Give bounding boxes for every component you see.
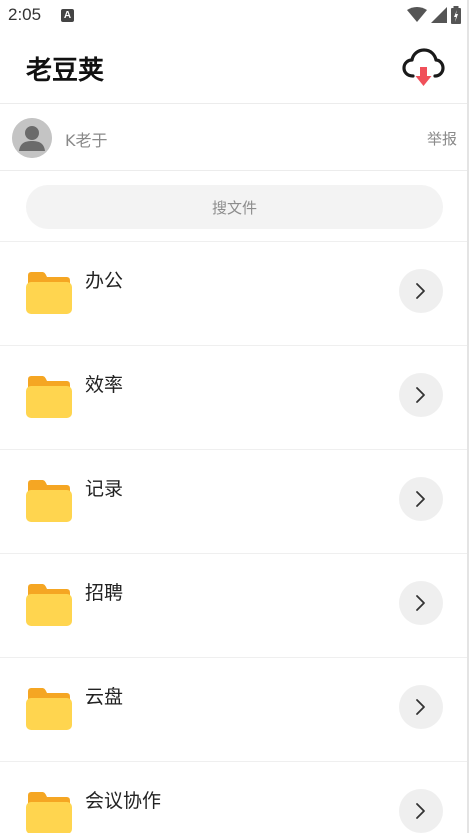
chevron-right-icon <box>416 699 425 715</box>
folder-icon <box>26 376 72 418</box>
folder-label: 招聘 <box>85 582 124 604</box>
chevron-right-icon <box>416 387 425 403</box>
folder-item[interactable]: 办公 <box>0 241 469 345</box>
open-folder-button[interactable] <box>399 269 443 313</box>
status-time: 2:05 <box>8 5 42 24</box>
status-icons <box>407 6 461 24</box>
user-name[interactable]: K老于 <box>65 127 108 151</box>
folder-icon <box>26 688 72 730</box>
folder-label: 云盘 <box>85 686 124 708</box>
chevron-right-icon <box>416 491 425 507</box>
user-divider <box>0 170 469 171</box>
folder-item[interactable]: 会议协作 <box>0 761 469 833</box>
folder-icon <box>26 792 72 833</box>
open-folder-button[interactable] <box>399 581 443 625</box>
app-title: 老豆荚 <box>26 56 105 86</box>
signal-icon <box>431 7 447 23</box>
folder-label: 会议协作 <box>85 790 162 812</box>
folder-item[interactable]: 招聘 <box>0 553 469 657</box>
app-header: 老豆荚 <box>0 32 469 102</box>
open-folder-button[interactable] <box>399 373 443 417</box>
folder-item[interactable]: 云盘 <box>0 657 469 761</box>
open-folder-button[interactable] <box>399 477 443 521</box>
search-box[interactable]: 搜文件 <box>26 185 443 229</box>
folder-icon <box>26 584 72 626</box>
report-link[interactable]: 举报 <box>427 128 457 149</box>
folder-icon <box>26 272 72 314</box>
folder-label: 记录 <box>85 478 124 500</box>
chevron-right-icon <box>416 595 425 611</box>
notification-app-icon: A <box>61 9 74 22</box>
folder-icon <box>26 480 72 522</box>
user-row: K老于 举报 <box>0 104 469 170</box>
cloud-download-button[interactable] <box>401 45 445 89</box>
folder-list: 办公 效率 记录 招聘 云盘 会议协作 <box>0 241 469 833</box>
chevron-right-icon <box>416 283 425 299</box>
folder-item[interactable]: 记录 <box>0 449 469 553</box>
open-folder-button[interactable] <box>399 789 443 833</box>
battery-charging-icon <box>451 6 461 24</box>
status-bar: 2:05 A <box>0 0 469 32</box>
folder-label: 效率 <box>85 374 124 396</box>
app-screen: 2:05 A 老豆荚 K老于 举报 搜文件 办公 效率 记录 招聘 云盘 会议协… <box>0 0 469 833</box>
folder-label: 办公 <box>85 270 124 292</box>
folder-item[interactable]: 效率 <box>0 345 469 449</box>
wifi-icon <box>407 7 427 22</box>
default-avatar-icon <box>12 118 52 158</box>
user-avatar[interactable] <box>12 118 52 158</box>
open-folder-button[interactable] <box>399 685 443 729</box>
search-placeholder: 搜文件 <box>211 198 257 217</box>
chevron-right-icon <box>416 803 425 819</box>
cloud-download-icon <box>402 48 445 86</box>
